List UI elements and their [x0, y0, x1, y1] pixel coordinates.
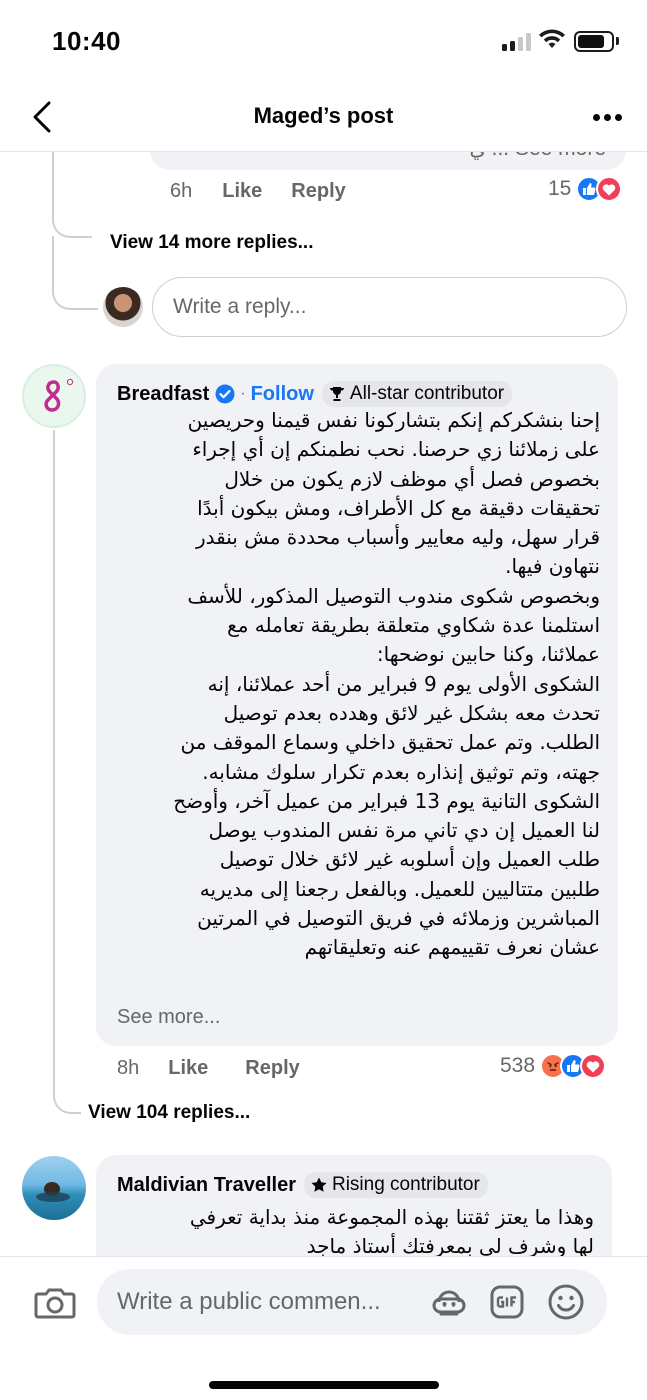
comment-author-name[interactable]: Breadfast: [117, 383, 209, 406]
reaction-summary[interactable]: 15: [548, 176, 623, 202]
star-icon: [311, 1177, 327, 1192]
separator-dot: ·: [240, 385, 246, 402]
love-icon: [580, 1053, 607, 1079]
like-button[interactable]: Like: [222, 180, 262, 203]
more-options-button[interactable]: [587, 102, 627, 132]
page-title: Maged’s post: [253, 103, 394, 128]
avatar-sticker-button[interactable]: [430, 1283, 468, 1321]
nav-header: Maged’s post: [0, 80, 647, 152]
camera-button[interactable]: [34, 1285, 76, 1321]
more-dot: [614, 113, 622, 121]
thread-line: [53, 430, 81, 1114]
badge-label: Rising contributor: [331, 1174, 480, 1195]
camera-icon: [34, 1288, 76, 1319]
thread-line: [52, 236, 98, 310]
avatar-sticker-icon: [432, 1290, 466, 1316]
status-time: 10:40: [52, 26, 121, 56]
reaction-count: 538: [500, 1054, 536, 1077]
reply-input-field[interactable]: [152, 277, 627, 337]
reply-button[interactable]: Reply: [291, 180, 345, 203]
contributor-badge: Rising contributor: [303, 1172, 488, 1198]
breadfast-avatar[interactable]: [22, 364, 86, 428]
see-more-link[interactable]: See more...: [117, 1006, 227, 1029]
comment-composer-bar: Write a public commen...: [0, 1256, 647, 1400]
cellular-signal-icon: [502, 33, 532, 51]
reply-input[interactable]: [153, 278, 626, 336]
smiley-icon: [548, 1284, 584, 1320]
battery-icon: [574, 31, 614, 52]
breadfast-logo-icon: [44, 378, 74, 412]
verified-badge-icon: [215, 384, 235, 404]
previous-reply-actions: 6h Like Reply: [170, 180, 346, 203]
badge-label: All-star contributor: [349, 383, 505, 404]
contributor-badge: All-star contributor: [321, 381, 513, 407]
more-dot: [592, 113, 600, 121]
trophy-icon: [329, 387, 344, 401]
wifi-icon: [539, 29, 565, 48]
comment-time: 8h: [117, 1057, 140, 1079]
comment-author-row: Breadfast · Follow All-star contributor: [117, 381, 513, 407]
comment-text: وهذا ما يعتز ثقتنا بهذه المجموعة منذ بدا…: [189, 1205, 594, 1259]
view-more-replies-link[interactable]: View 14 more replies...: [110, 232, 313, 254]
battery-tip: [616, 37, 619, 45]
comment-actions: 8h Like Reply: [117, 1057, 300, 1080]
public-comment-input[interactable]: Write a public commen...: [97, 1269, 607, 1335]
reply-button[interactable]: Reply: [245, 1057, 299, 1080]
view-replies-link[interactable]: View 104 replies...: [88, 1102, 250, 1124]
thread-line: [52, 152, 92, 238]
reaction-summary[interactable]: 538: [500, 1053, 607, 1079]
comment-time: 6h: [170, 180, 193, 202]
home-indicator[interactable]: [209, 1381, 439, 1389]
current-user-avatar: [103, 287, 143, 327]
gif-button[interactable]: [488, 1283, 526, 1321]
gif-icon: [490, 1285, 524, 1319]
more-dot: [603, 113, 611, 121]
emoji-button[interactable]: [547, 1283, 585, 1321]
public-comment-placeholder: Write a public commen...: [117, 1288, 381, 1315]
maldivian-traveller-avatar[interactable]: [22, 1156, 86, 1220]
comment-author-row: Maldivian Traveller Rising contributor: [117, 1172, 488, 1198]
love-icon: [596, 176, 623, 202]
reaction-count: 15: [548, 177, 572, 200]
comment-text: إحنا بنشكركم إنكم بتشاركونا نفس قيمنا وح…: [173, 408, 600, 960]
like-button[interactable]: Like: [168, 1057, 208, 1080]
follow-button[interactable]: Follow: [251, 383, 314, 406]
comment-author-name[interactable]: Maldivian Traveller: [117, 1174, 296, 1197]
status-bar: 10:40: [0, 0, 647, 80]
